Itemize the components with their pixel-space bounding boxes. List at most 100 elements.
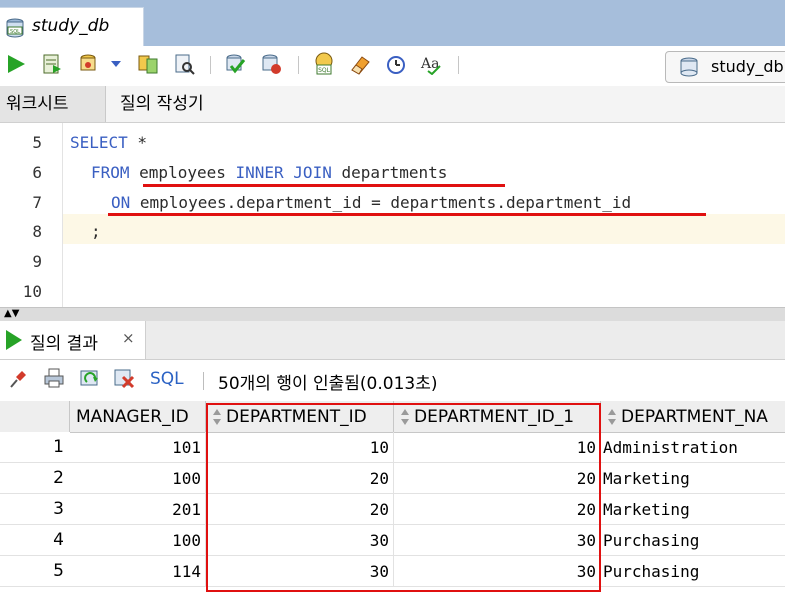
run-script-button[interactable] xyxy=(40,52,64,76)
clear-icon xyxy=(351,56,370,75)
cell-department-name[interactable]: Marketing xyxy=(601,463,785,494)
unshared-sql-icon: SQL xyxy=(315,52,333,75)
row-number: 3 xyxy=(0,494,70,525)
line-number: 8 xyxy=(32,222,42,241)
tab-query-result-label: 질의 결과 xyxy=(30,334,98,354)
row-number: 5 xyxy=(0,556,70,587)
current-line-highlight xyxy=(62,214,785,244)
code-line-8: ; xyxy=(91,222,101,241)
sql-tuning-icon xyxy=(175,54,195,75)
cell-department-name[interactable]: Administration xyxy=(601,432,785,463)
autotrace-button[interactable] xyxy=(76,52,100,76)
sql-keyword: SELECT xyxy=(70,133,128,152)
print-button[interactable] xyxy=(42,366,66,390)
close-icon[interactable]: × xyxy=(122,329,135,347)
code-line-6: FROM employees INNER JOIN departments xyxy=(91,163,447,182)
row-number: 4 xyxy=(0,525,70,556)
svg-text:SQL: SQL xyxy=(318,67,331,74)
annotation-highlight-box xyxy=(206,403,601,592)
database-icon xyxy=(680,57,698,77)
line-number: 10 xyxy=(22,282,42,301)
print-icon xyxy=(44,368,64,388)
sql-keyword: FROM xyxy=(91,163,130,182)
row-number: 2 xyxy=(0,463,70,494)
line-number-gutter: 5 6 7 8 9 10 xyxy=(0,123,63,307)
commit-icon xyxy=(226,54,246,74)
code-line-7: ON employees.department_id = departments… xyxy=(111,193,631,212)
rollback-button[interactable] xyxy=(259,52,283,76)
code-text: employees xyxy=(129,163,236,182)
code-text: * xyxy=(127,133,148,152)
column-header-department-name[interactable]: DEPARTMENT_NA xyxy=(601,401,785,433)
history-icon xyxy=(387,56,405,74)
cell-manager-id[interactable]: 100 xyxy=(70,463,206,494)
sql-keyword: INNER JOIN xyxy=(235,163,332,182)
pin-button[interactable] xyxy=(6,366,30,390)
cell-department-name[interactable]: Purchasing xyxy=(601,556,785,587)
clear-button[interactable] xyxy=(348,52,372,76)
toolbar-separator xyxy=(458,56,459,74)
cancel-fetch-button[interactable] xyxy=(112,366,136,390)
results-toolbar: SQL 50개의 행이 인출됨(0.013초) xyxy=(0,360,785,400)
row-number-header xyxy=(0,401,70,433)
dropdown-arrow-icon xyxy=(111,61,121,67)
cell-manager-id[interactable]: 114 xyxy=(70,556,206,587)
commit-button[interactable] xyxy=(223,52,247,76)
cell-manager-id[interactable]: 101 xyxy=(70,432,206,463)
annotation-underline xyxy=(143,184,505,187)
cancel-icon xyxy=(114,369,135,389)
cell-department-name[interactable]: Marketing xyxy=(601,494,785,525)
pin-icon xyxy=(10,371,26,388)
sql-editor[interactable]: 5 6 7 8 9 10 SELECT * FROM employees INN… xyxy=(0,123,785,307)
code-text: ; xyxy=(91,222,101,241)
column-header-label: MANAGER_ID xyxy=(76,407,189,427)
explain-plan-icon xyxy=(138,55,158,74)
editor-subtabs: 워크시트 질의 작성기 xyxy=(0,86,785,123)
cell-manager-id[interactable]: 201 xyxy=(70,494,206,525)
cell-department-name[interactable]: Purchasing xyxy=(601,525,785,556)
column-header-label: DEPARTMENT_NA xyxy=(621,407,768,427)
svg-text:SQL: SQL xyxy=(10,29,20,35)
refresh-icon xyxy=(80,370,98,386)
change-case-button[interactable]: Aa xyxy=(420,52,444,76)
column-header-manager-id[interactable]: MANAGER_ID xyxy=(70,401,206,433)
code-text: employees.department_id = departments.de… xyxy=(130,193,632,212)
sql-link[interactable]: SQL xyxy=(150,369,184,389)
toolbar-separator xyxy=(203,372,204,390)
sql-keyword: ON xyxy=(111,193,131,212)
toolbar-separator xyxy=(210,56,211,74)
file-tab-study-db[interactable]: SQL study_db xyxy=(0,7,144,47)
tab-worksheet[interactable]: 워크시트 xyxy=(0,86,106,122)
run-result-icon xyxy=(6,330,22,350)
run-statement-icon xyxy=(8,55,25,73)
fetch-status-text: 50개의 행이 인출됨(0.013초) xyxy=(218,374,438,394)
worksheet-toolbar: SQL Aa study_db xyxy=(0,46,785,87)
tab-query-result[interactable]: 질의 결과 × xyxy=(0,321,146,359)
code-line-5: SELECT * xyxy=(70,133,147,152)
history-button[interactable] xyxy=(384,52,408,76)
file-tab-title: study_db xyxy=(32,16,110,36)
row-number: 1 xyxy=(0,432,70,463)
results-tab-bar: 질의 결과 × xyxy=(0,321,785,360)
run-statement-button[interactable] xyxy=(4,52,28,76)
autotrace-dropdown[interactable] xyxy=(108,52,124,76)
collapse-arrows-icon[interactable]: ▲▼ xyxy=(4,308,19,319)
rollback-icon xyxy=(262,54,281,74)
connection-label: study_db xyxy=(711,57,784,76)
explain-plan-button[interactable] xyxy=(136,52,160,76)
sql-tuning-button[interactable] xyxy=(172,52,196,76)
tab-query-builder[interactable]: 질의 작성기 xyxy=(120,86,204,122)
annotation-underline xyxy=(108,213,706,216)
cell-manager-id[interactable]: 100 xyxy=(70,525,206,556)
code-text: departments xyxy=(331,163,448,182)
editor-tab-strip: SQL study_db xyxy=(0,0,785,47)
refresh-button[interactable] xyxy=(78,366,102,390)
line-number: 6 xyxy=(32,163,42,182)
autotrace-icon xyxy=(80,54,96,71)
run-script-icon xyxy=(43,54,61,74)
connection-selector[interactable]: study_db xyxy=(665,51,785,83)
panel-splitter[interactable]: ▲▼ xyxy=(0,307,785,322)
line-number: 5 xyxy=(32,133,42,152)
line-number: 9 xyxy=(32,252,42,271)
unshared-sql-button[interactable]: SQL xyxy=(312,52,336,76)
